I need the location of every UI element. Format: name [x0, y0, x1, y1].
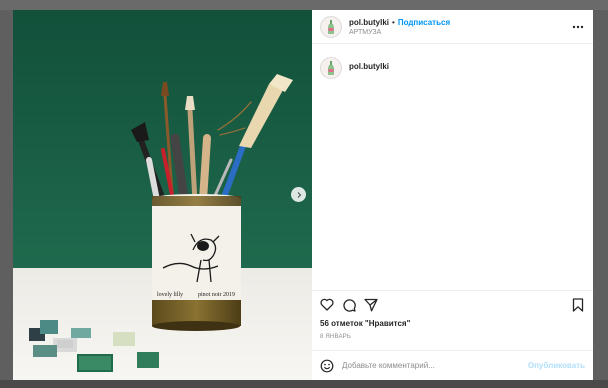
avatar[interactable] — [320, 15, 342, 38]
more-options-button[interactable] — [571, 20, 585, 34]
like-button[interactable] — [320, 298, 334, 312]
comment-bar: Опубликовать — [312, 350, 593, 380]
next-photo-button[interactable] — [291, 187, 306, 202]
smiley-icon — [320, 359, 334, 372]
location-link[interactable]: АРТМУЗА — [349, 29, 450, 36]
post-date: 8 ЯНВАРЬ — [320, 334, 352, 340]
follow-button[interactable]: Подписаться — [398, 18, 450, 28]
post-header: pol.butylki • Подписаться АРТМУЗА — [312, 10, 593, 44]
jar-label-left: lovely lilly — [157, 292, 183, 298]
post-photo: lovely lilly pinot noir 2019 — [13, 10, 312, 380]
author-username[interactable]: pol.butylki — [349, 18, 389, 28]
caption-section: pol.butylki — [312, 44, 593, 290]
heart-icon — [320, 298, 334, 311]
backdrop-bottom — [0, 380, 608, 388]
bottle-logo-icon — [328, 19, 334, 34]
likes-count[interactable]: 56 отметок "Нравится" — [312, 318, 593, 332]
action-bar — [312, 290, 593, 318]
separator-dot: • — [392, 17, 395, 27]
caption-avatar[interactable] — [320, 57, 342, 79]
post-modal: lovely lilly pinot noir 2019 pol.butylki… — [13, 10, 593, 380]
post-details-panel: pol.butylki • Подписаться АРТМУЗА pol.bu… — [312, 10, 593, 380]
publish-button[interactable]: Опубликовать — [528, 361, 585, 370]
backdrop-top — [0, 0, 608, 10]
comment-input[interactable] — [342, 361, 528, 370]
post-header-text: pol.butylki • Подписаться АРТМУЗА — [349, 18, 450, 36]
comment-bubble-icon — [343, 298, 356, 312]
more-dots-icon — [572, 25, 584, 28]
bookmark-icon — [572, 297, 584, 312]
save-button[interactable] — [571, 297, 585, 312]
emoji-button[interactable] — [320, 359, 334, 373]
jar-label-right: pinot noir 2019 — [198, 292, 235, 298]
chevron-right-icon — [297, 191, 301, 198]
bottle-logo-icon — [328, 61, 334, 75]
paper-plane-icon — [364, 298, 378, 311]
share-button[interactable] — [364, 298, 378, 312]
post-header-line: pol.butylki • Подписаться — [349, 18, 450, 28]
caption-username[interactable]: pol.butylki — [349, 62, 389, 71]
comment-button[interactable] — [342, 298, 356, 312]
photo-illustration: lovely lilly pinot noir 2019 — [13, 10, 312, 380]
